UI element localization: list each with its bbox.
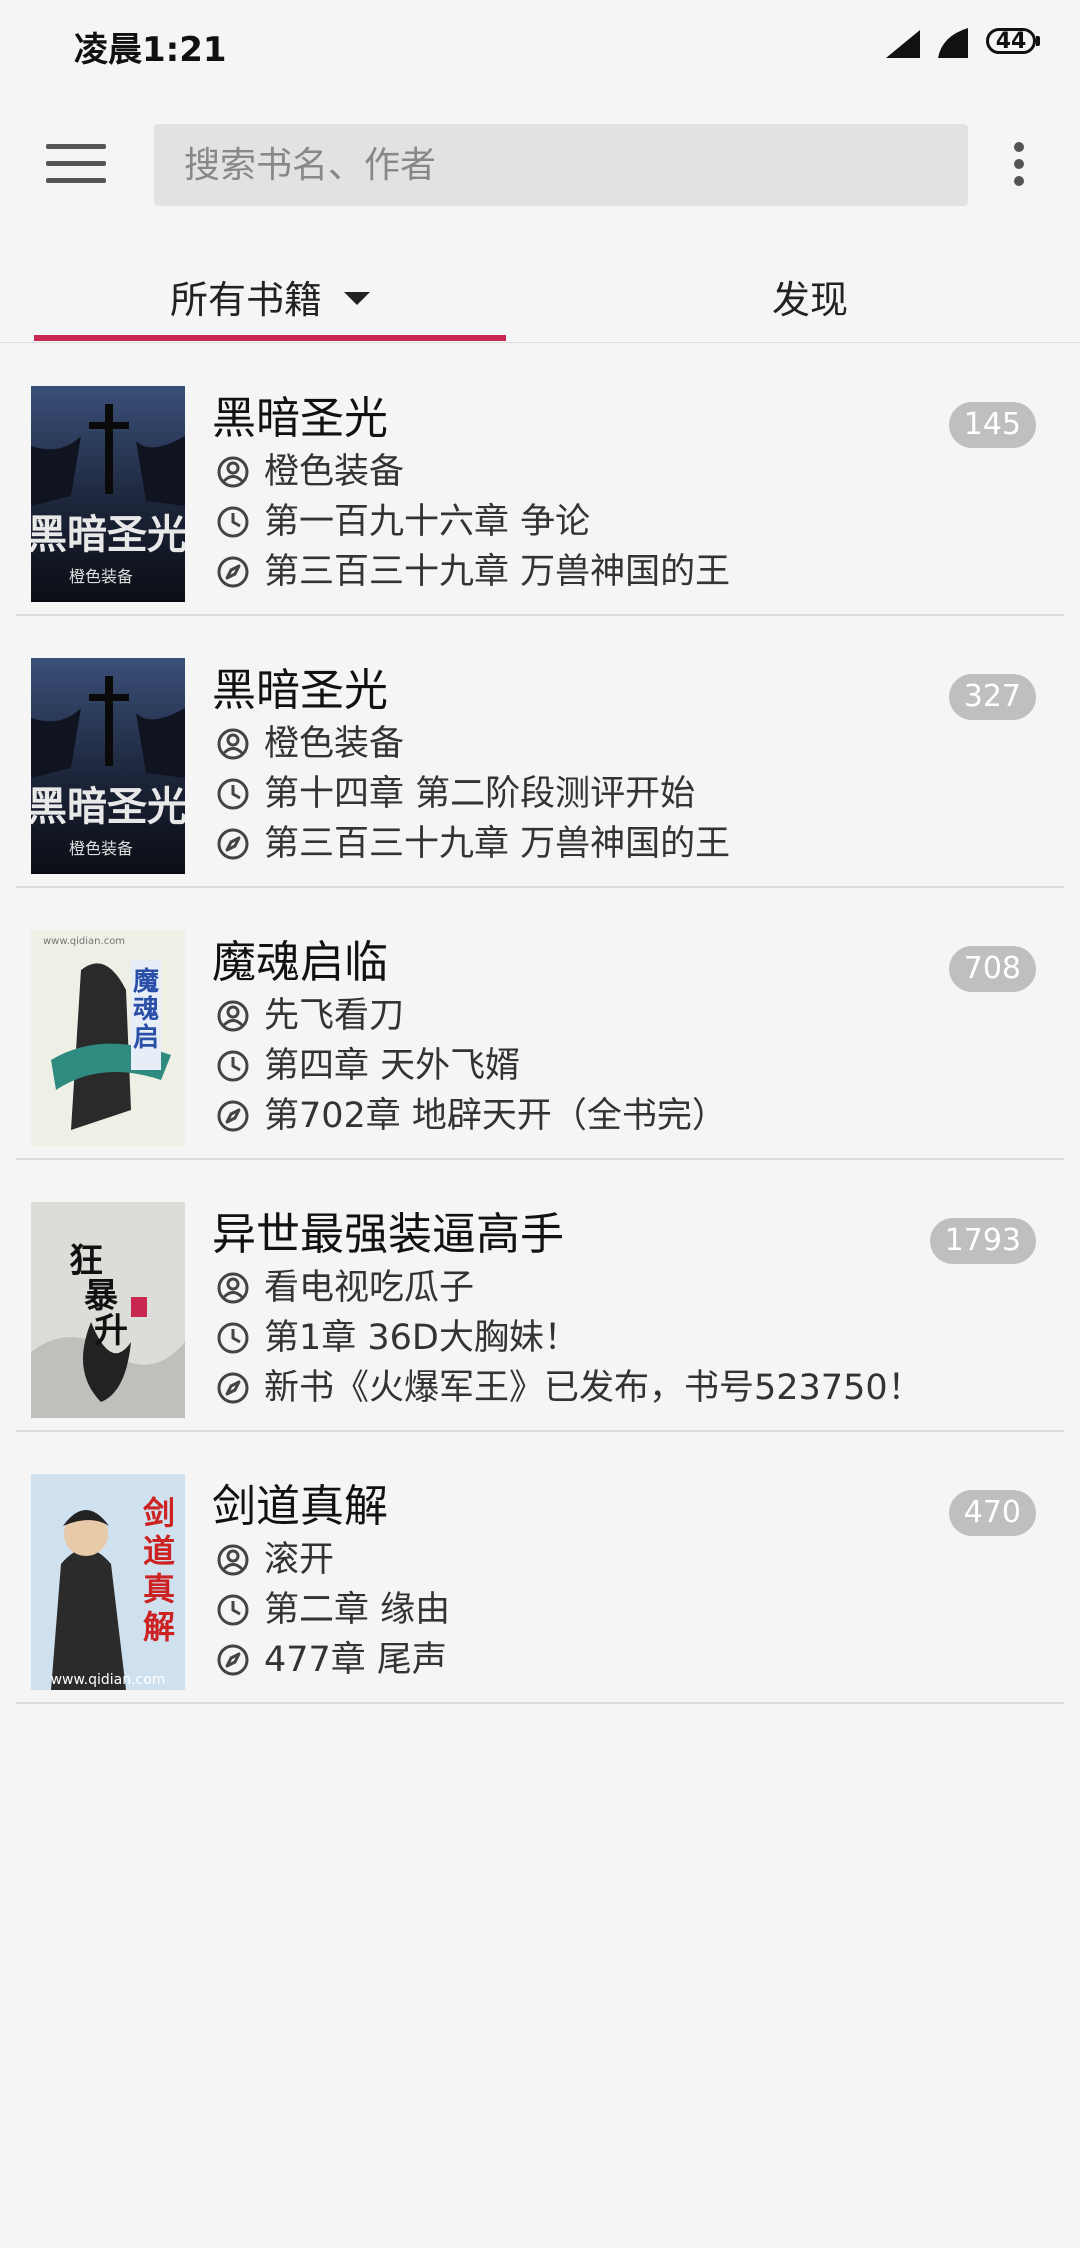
book-author: 先飞看刀 xyxy=(264,996,405,1036)
compass-icon xyxy=(217,1372,249,1404)
svg-text:启: 启 xyxy=(133,1022,159,1053)
unread-count-badge: 708 xyxy=(948,946,1036,992)
user-icon xyxy=(217,728,249,760)
book-last-read: 第十四章 第二阶段测评开始 xyxy=(264,774,696,814)
unread-count-badge: 327 xyxy=(948,674,1036,720)
book-cover: 狂暴升 xyxy=(31,1202,185,1418)
svg-text:真: 真 xyxy=(143,1570,175,1608)
svg-text:黑暗圣光: 黑暗圣光 xyxy=(31,511,185,558)
svg-text:魂: 魂 xyxy=(133,995,159,1025)
book-author: 橙色装备 xyxy=(264,452,405,492)
book-last-read: 第二章 缘由 xyxy=(264,1590,451,1630)
unread-count-badge: 145 xyxy=(948,402,1036,448)
compass-icon xyxy=(217,828,249,860)
tab-all-books[interactable]: 所有书籍 xyxy=(34,250,506,342)
svg-text:黑暗圣光: 黑暗圣光 xyxy=(31,783,185,830)
book-last-read-row: 第四章 天外飞婿 xyxy=(216,1044,520,1088)
book-item[interactable]: 黑暗圣光 橙色装备 黑暗圣光 橙色装备 第一百九十六章 争论 第三百三十九章 万兽… xyxy=(16,344,1064,616)
status-bar: 凌晨1:21 44 xyxy=(0,0,1080,90)
hamburger-menu-icon[interactable] xyxy=(46,144,106,188)
tab-discover[interactable]: 发现 xyxy=(540,250,1080,342)
svg-text:魔: 魔 xyxy=(133,967,159,997)
book-latest-row: 第三百三十九章 万兽神国的王 xyxy=(216,550,730,594)
clock-icon xyxy=(217,778,249,810)
book-latest-chapter: 477章 尾声 xyxy=(264,1640,447,1680)
tab-bar: 所有书籍 发现 xyxy=(0,250,1080,343)
book-latest-chapter: 第三百三十九章 万兽神国的王 xyxy=(264,824,731,864)
svg-text:解: 解 xyxy=(143,1608,175,1646)
signal-icon xyxy=(938,28,968,58)
battery-icon: 44 xyxy=(986,28,1036,54)
book-author-row: 橙色装备 xyxy=(216,722,404,766)
book-title: 剑道真解 xyxy=(212,1481,388,1532)
book-last-read-row: 第二章 缘由 xyxy=(216,1588,450,1632)
status-time: 凌晨1:21 xyxy=(74,30,227,70)
book-cover: 黑暗圣光橙色装备 xyxy=(31,658,185,874)
book-last-read-row: 第一百九十六章 争论 xyxy=(216,500,590,544)
book-latest-row: 477章 尾声 xyxy=(216,1638,447,1682)
dropdown-caret-icon[interactable] xyxy=(344,291,370,305)
book-last-read: 第1章 36D大胸妹！ xyxy=(264,1318,579,1358)
book-author: 橙色装备 xyxy=(264,724,405,764)
book-item[interactable]: 魔魂启 www.qidian.com 魔魂启临 先飞看刀 第四章 天外飞婿 第70… xyxy=(16,888,1064,1160)
unread-count-badge: 1793 xyxy=(929,1218,1036,1264)
book-author-row: 滚开 xyxy=(216,1538,334,1582)
clock-icon xyxy=(217,506,249,538)
book-cover: 剑道真解 www.qidian.com xyxy=(31,1474,185,1690)
book-list: 黑暗圣光 橙色装备 黑暗圣光 橙色装备 第一百九十六章 争论 第三百三十九章 万兽… xyxy=(0,344,1080,1704)
book-last-read-row: 第十四章 第二阶段测评开始 xyxy=(216,772,695,816)
search-input[interactable] xyxy=(154,124,968,206)
book-latest-chapter: 第702章 地辟天开（全书完） xyxy=(264,1096,727,1136)
book-item[interactable]: 剑道真解 www.qidian.com 剑道真解 滚开 第二章 缘由 477章 尾… xyxy=(16,1432,1064,1704)
svg-text:www.qidian.com: www.qidian.com xyxy=(51,1672,166,1688)
book-author-row: 看电视吃瓜子 xyxy=(216,1266,474,1310)
more-vertical-icon[interactable] xyxy=(1004,142,1034,192)
book-latest-row: 新书《火爆军王》已发布，书号523750！ xyxy=(216,1366,923,1410)
tab-discover-label: 发现 xyxy=(771,277,848,322)
book-latest-row: 第702章 地辟天开（全书完） xyxy=(216,1094,727,1138)
svg-text:狂: 狂 xyxy=(69,1241,103,1281)
unread-count-badge: 470 xyxy=(948,1490,1036,1536)
clock-icon xyxy=(217,1594,249,1626)
user-icon xyxy=(217,1000,249,1032)
compass-icon xyxy=(217,1644,249,1676)
svg-text:橙色装备: 橙色装备 xyxy=(69,839,133,858)
book-author: 滚开 xyxy=(264,1540,335,1580)
book-last-read: 第一百九十六章 争论 xyxy=(264,502,591,542)
compass-icon xyxy=(217,1100,249,1132)
svg-text:暴: 暴 xyxy=(84,1276,118,1316)
book-item[interactable]: 黑暗圣光 橙色装备 黑暗圣光 橙色装备 第十四章 第二阶段测评开始 第三百三十九章… xyxy=(16,616,1064,888)
svg-text:橙色装备: 橙色装备 xyxy=(69,567,133,586)
clock-icon xyxy=(217,1322,249,1354)
book-last-read-row: 第1章 36D大胸妹！ xyxy=(216,1316,579,1360)
signal-icon xyxy=(886,30,920,58)
book-title: 黑暗圣光 xyxy=(212,665,388,716)
svg-text:www.qidian.com: www.qidian.com xyxy=(43,936,125,947)
clock-icon xyxy=(217,1050,249,1082)
book-cover: 魔魂启 www.qidian.com xyxy=(31,930,185,1146)
book-title: 异世最强装逼高手 xyxy=(212,1209,564,1260)
book-author: 看电视吃瓜子 xyxy=(264,1268,475,1308)
battery-tip xyxy=(1036,36,1040,46)
active-tab-indicator xyxy=(34,335,506,341)
user-icon xyxy=(217,1272,249,1304)
svg-text:剑: 剑 xyxy=(143,1494,175,1532)
tab-all-books-label: 所有书籍 xyxy=(169,277,322,322)
user-icon xyxy=(217,1544,249,1576)
book-last-read: 第四章 天外飞婿 xyxy=(264,1046,521,1086)
toolbar xyxy=(0,110,1080,220)
user-icon xyxy=(217,456,249,488)
svg-text:道: 道 xyxy=(143,1532,175,1570)
book-latest-chapter: 新书《火爆军王》已发布，书号523750！ xyxy=(264,1368,923,1408)
book-item[interactable]: 狂暴升 异世最强装逼高手 看电视吃瓜子 第1章 36D大胸妹！ 新书《火爆军王》… xyxy=(16,1160,1064,1432)
book-author-row: 橙色装备 xyxy=(216,450,404,494)
svg-text:升: 升 xyxy=(94,1311,128,1351)
compass-icon xyxy=(217,556,249,588)
book-cover: 黑暗圣光橙色装备 xyxy=(31,386,185,602)
book-title: 魔魂启临 xyxy=(212,937,388,988)
book-author-row: 先飞看刀 xyxy=(216,994,404,1038)
book-latest-row: 第三百三十九章 万兽神国的王 xyxy=(216,822,730,866)
book-title: 黑暗圣光 xyxy=(212,393,388,444)
book-latest-chapter: 第三百三十九章 万兽神国的王 xyxy=(264,552,731,592)
